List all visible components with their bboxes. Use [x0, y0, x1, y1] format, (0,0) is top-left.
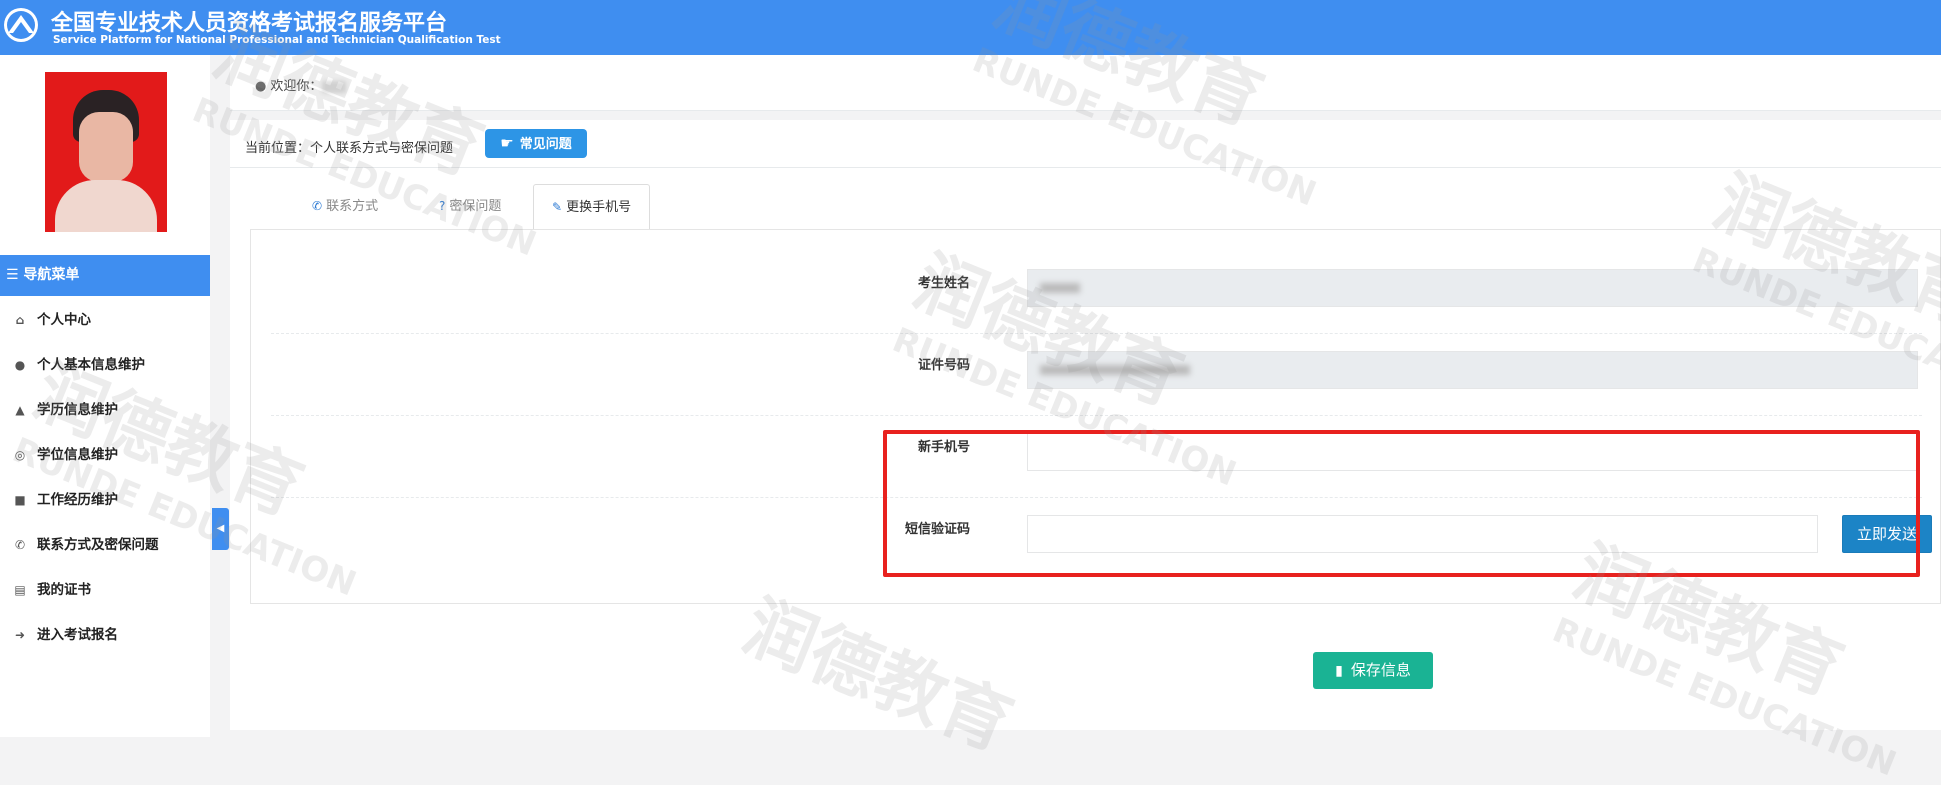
medal-icon: ◎ [14, 448, 26, 462]
sidebar-collapse-button[interactable]: ◀ [212, 508, 229, 550]
pointing-hand-icon: ☛ [500, 134, 514, 152]
name-label: 考生姓名 [917, 276, 970, 291]
breadcrumb-text: 当前位置：个人联系方式与密保问题 [245, 141, 454, 156]
nav-menu: ⌂ 个人中心 ● 个人基本信息维护 ▲ 学历信息维护 ◎ 学位信息维护 ■ 工作经历维护 … [0, 298, 210, 658]
app-header: 全国专业技术人员资格考试报名服务平台 Service Platform for … [0, 0, 1941, 55]
document-icon: ▮ [1335, 663, 1343, 679]
sidebar-item-degree[interactable]: ◎ 学位信息维护 [0, 433, 210, 478]
tab-contact[interactable]: ✆ 联系方式 [312, 184, 378, 229]
top-bar: ● 欢迎你： [230, 55, 1941, 111]
phone-icon: ✆ [312, 199, 323, 213]
question-icon: ? [439, 199, 446, 213]
welcome-text: ● 欢迎你： [255, 75, 347, 94]
platform-title: 全国专业技术人员资格考试报名服务平台 [51, 11, 448, 36]
pencil-icon: ✎ [552, 200, 563, 214]
arrow-circle-icon: ➜ [14, 628, 26, 642]
main-panel: 当前位置：个人联系方式与密保问题 ☛ 常见问题 ✆ 联系方式 ? 密保问题 ✎ 更换手机… [230, 120, 1941, 730]
sidebar-item-exam-registration[interactable]: ➜ 进入考试报名 [0, 613, 210, 658]
caret-left-icon: ◀ [216, 523, 225, 534]
book-icon: ▤ [14, 583, 26, 597]
redacted-value [1040, 282, 1080, 293]
avatar [45, 72, 167, 232]
username-redacted [322, 80, 347, 93]
pta-logo-icon [4, 8, 38, 42]
graduation-cap-icon: ▲ [15, 403, 25, 417]
breadcrumb: 当前位置：个人联系方式与密保问题 ☛ 常见问题 [230, 120, 1941, 168]
platform-subtitle: Service Platform for National Profession… [53, 34, 501, 46]
briefcase-icon: ■ [14, 493, 26, 507]
faq-button[interactable]: ☛ 常见问题 [485, 129, 587, 158]
tab-security-question[interactable]: ? 密保问题 [439, 184, 501, 229]
phone-icon: ✆ [14, 538, 26, 552]
tab-change-phone[interactable]: ✎ 更换手机号 [533, 184, 651, 231]
home-icon: ⌂ [15, 313, 25, 327]
name-field [1027, 269, 1918, 307]
id-number-field [1027, 351, 1918, 389]
sidebar-item-basic-info[interactable]: ● 个人基本信息维护 [0, 343, 210, 388]
user-icon: ● [255, 79, 267, 94]
sidebar-item-personal-center[interactable]: ⌂ 个人中心 [0, 298, 210, 343]
sidebar-item-work-history[interactable]: ■ 工作经历维护 [0, 478, 210, 523]
sidebar-item-certificates[interactable]: ▤ 我的证书 [0, 568, 210, 613]
form-row-id: 证件号码 [251, 332, 1941, 414]
sidebar: ☰ 导航菜单 ⌂ 个人中心 ● 个人基本信息维护 ▲ 学历信息维护 ◎ 学位信息维护 ■… [0, 55, 210, 737]
sidebar-item-contact-security[interactable]: ✆ 联系方式及密保问题 [0, 523, 210, 568]
form-row-name: 考生姓名 [251, 250, 1941, 332]
sidebar-item-education[interactable]: ▲ 学历信息维护 [0, 388, 210, 433]
save-button[interactable]: ▮ 保存信息 [1313, 652, 1433, 689]
user-icon: ● [14, 358, 26, 372]
highlight-box [883, 430, 1920, 577]
id-number-label: 证件号码 [917, 358, 970, 373]
nav-menu-header: ☰ 导航菜单 [0, 255, 210, 296]
redacted-value [1040, 364, 1190, 375]
